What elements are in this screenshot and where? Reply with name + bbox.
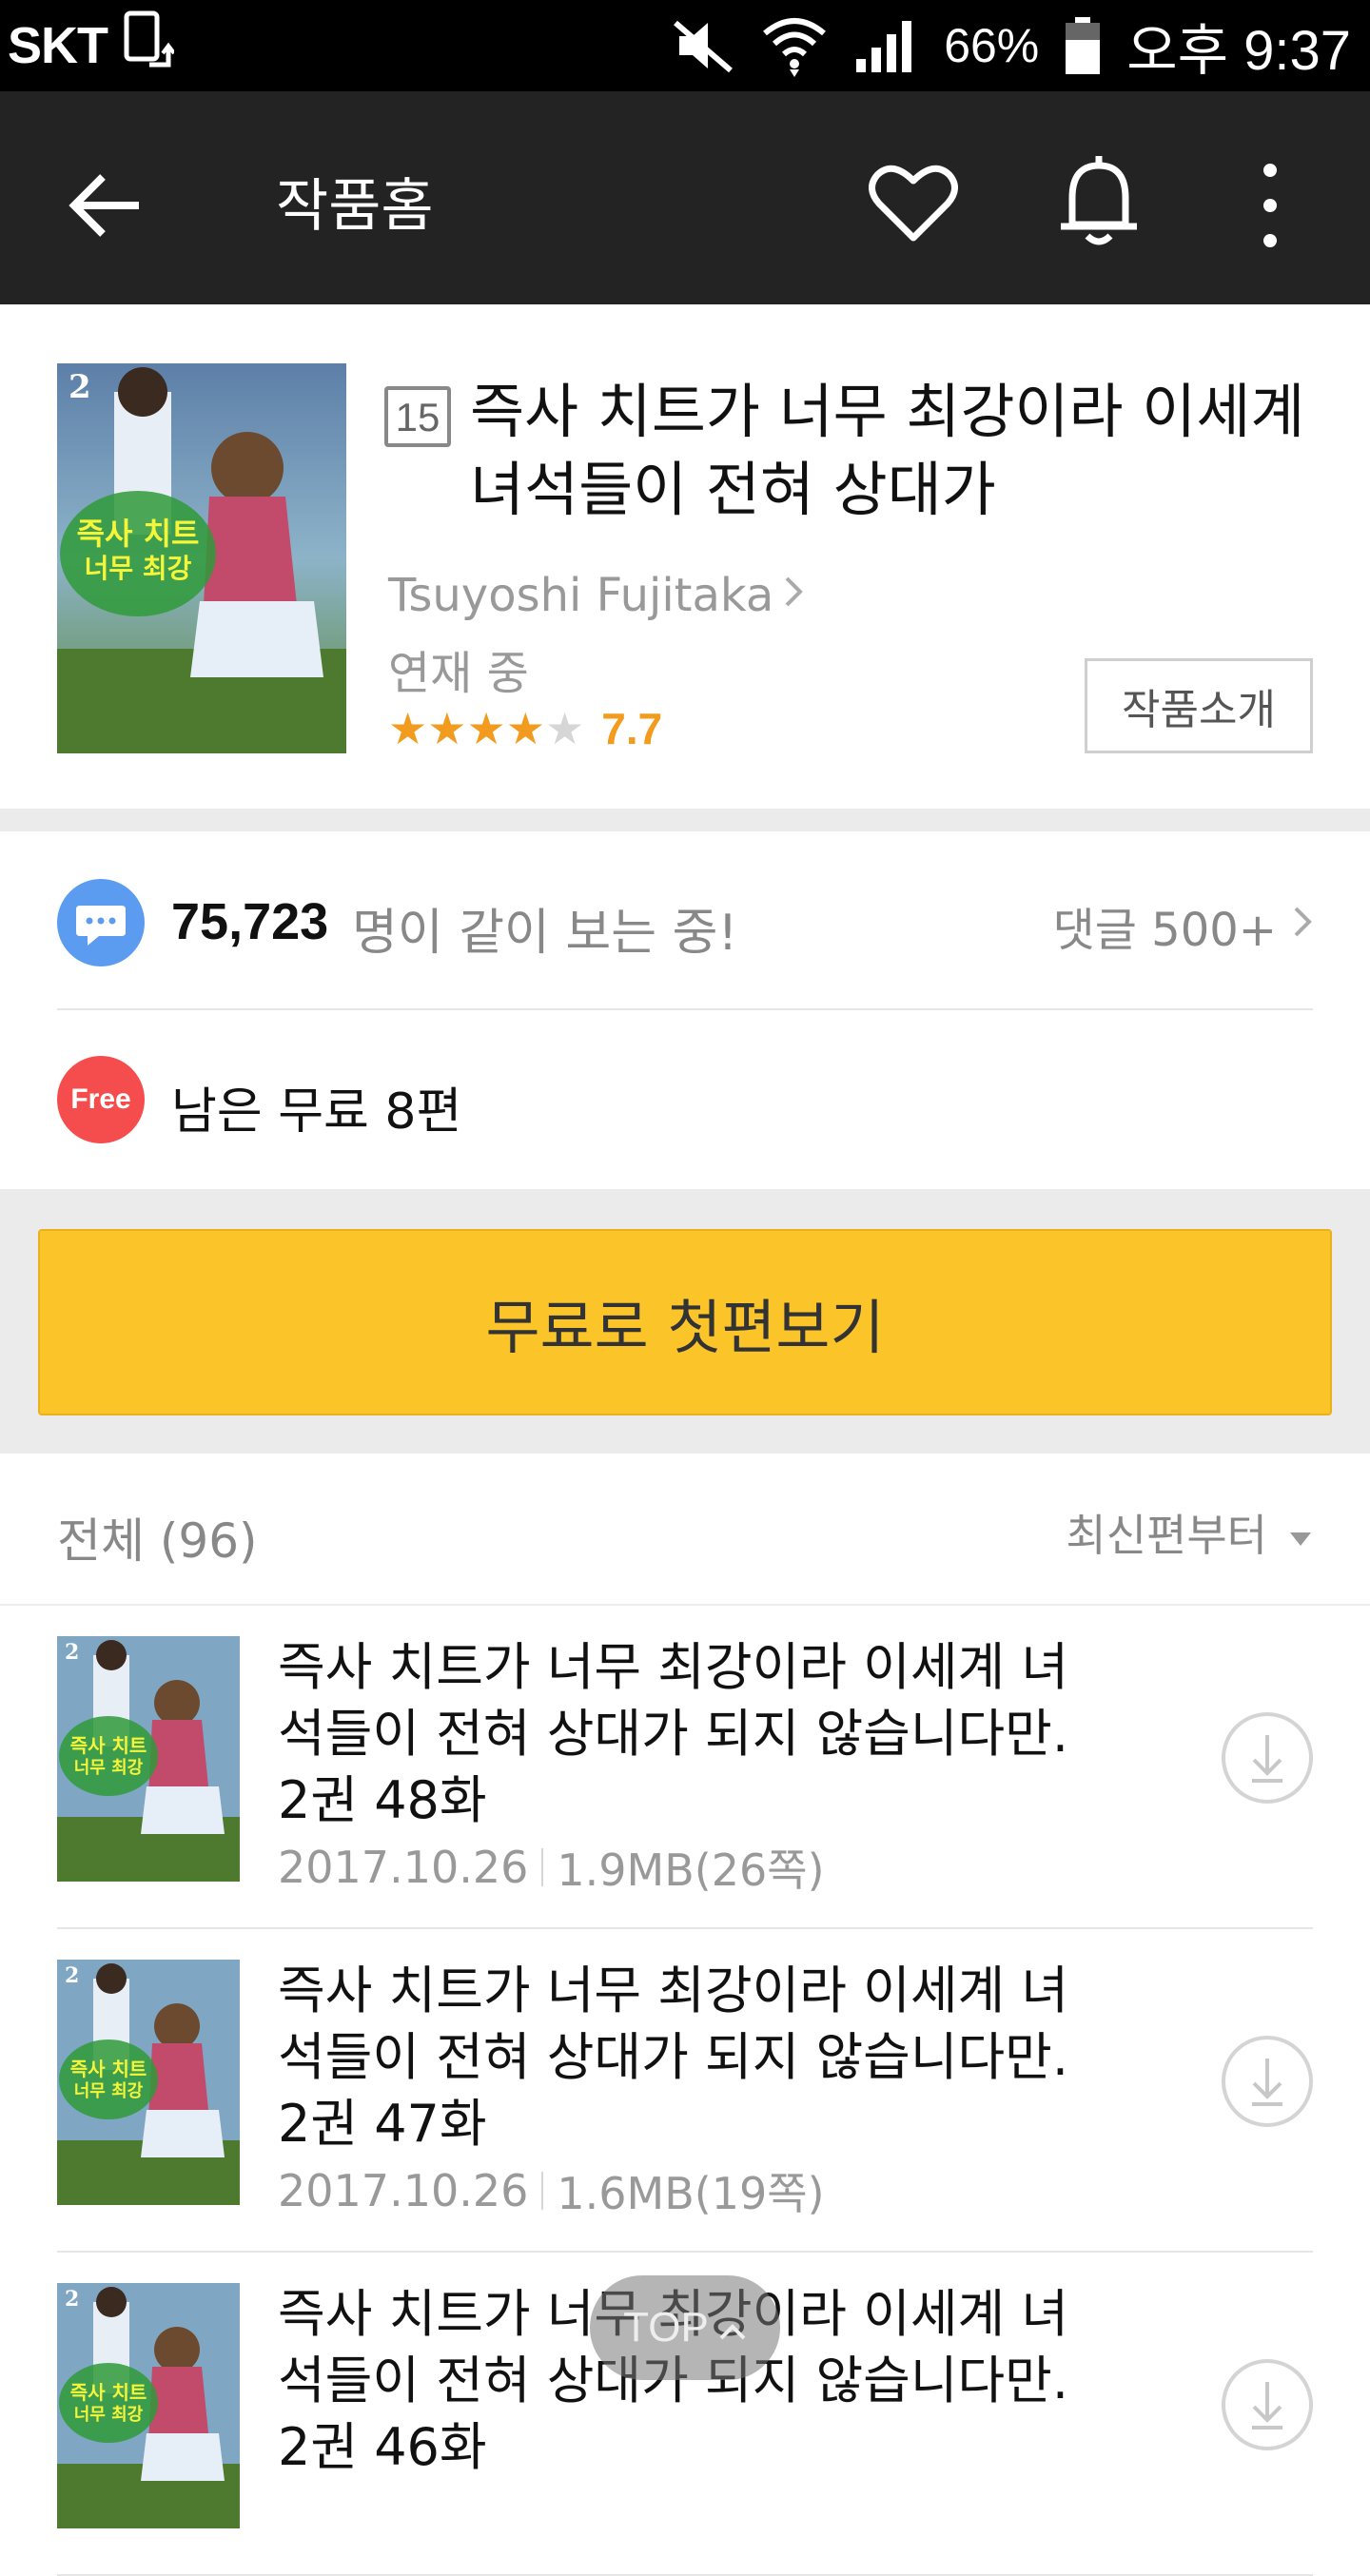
wifi-icon — [761, 14, 828, 77]
svg-text:너무 최강: 너무 최강 — [74, 2405, 144, 2425]
svg-text:즉사 치트: 즉사 치트 — [70, 1734, 147, 1757]
free-episodes-row: Free 남은 무료 8편 — [0, 1008, 1370, 1189]
svg-text:너무 최강: 너무 최강 — [85, 553, 192, 584]
download-icon[interactable] — [1220, 2357, 1315, 2452]
rating-value: 7.7 — [601, 704, 663, 753]
episode-title: 즉사 치트가 너무 최강이라 이세계 녀석들이 전혀 상대가 되지 않습니다만.… — [278, 1637, 1069, 1830]
book-header: 즉사 치트 너무 최강 2 15 즉사 치트가 너무 최강이라 이세계 녀석들이… — [0, 304, 1370, 809]
signal-icon — [852, 17, 919, 74]
svg-text:2: 2 — [65, 2287, 79, 2312]
back-arrow-icon[interactable] — [57, 158, 152, 253]
book-intro-button[interactable]: 작품소개 — [1085, 658, 1313, 753]
episode-thumbnail: 즉사 치트 너무 최강 2 — [57, 2283, 240, 2528]
screen-rotate-icon — [121, 10, 176, 83]
episode-row[interactable]: 즉사 치트 너무 최강 2 즉사 치트가 너무 최강이라 이세계 녀석들이 전혀… — [0, 1606, 1370, 1929]
episode-row[interactable]: 즉사 치트 너무 최강 2 즉사 치트가 너무 최강이라 이세계 녀석들이 전혀… — [0, 1929, 1370, 2253]
more-vertical-icon[interactable] — [1246, 153, 1294, 258]
svg-text:너무 최강: 너무 최강 — [74, 2081, 144, 2101]
svg-text:2: 2 — [68, 368, 91, 406]
battery-icon — [1064, 15, 1102, 76]
author-name: Tsuyoshi Fujitaka — [388, 569, 774, 622]
carrier-label: SKT — [8, 17, 108, 74]
svg-text:2: 2 — [65, 1640, 79, 1665]
episode-size: 1.9MB(26쪽) — [557, 1844, 825, 1896]
star-empty-icon: ★ — [545, 703, 585, 754]
download-icon[interactable] — [1220, 2034, 1315, 2129]
comments-link[interactable]: 댓글 500+ — [1053, 892, 1313, 959]
svg-text:즉사 치트: 즉사 치트 — [77, 516, 200, 552]
episode-thumbnail: 즉사 치트 너무 최강 2 — [57, 1960, 240, 2205]
svg-text:즉사 치트: 즉사 치트 — [70, 2058, 147, 2080]
star-filled-icon: ★ — [466, 703, 506, 754]
cta-area: 무료로 첫편보기 — [0, 1189, 1370, 1454]
mute-icon — [670, 17, 736, 74]
clock: 오후 9:37 — [1126, 20, 1351, 82]
free-remaining-text: 남은 무료 8편 — [171, 1083, 462, 1141]
sort-dropdown[interactable]: 최신편부터 — [1066, 1501, 1313, 1564]
chevron-right-icon — [783, 569, 804, 622]
sort-label: 최신편부터 — [1066, 1510, 1267, 1561]
chevron-up-icon — [718, 2304, 747, 2352]
readers-count: 75,723 — [171, 893, 329, 950]
svg-text:즉사 치트: 즉사 치트 — [70, 2381, 147, 2404]
heart-icon[interactable] — [866, 156, 961, 251]
svg-text:너무 최강: 너무 최강 — [74, 1758, 144, 1778]
book-cover-image[interactable]: 즉사 치트 너무 최강 2 — [57, 363, 346, 753]
top-label: TOP — [623, 2304, 709, 2351]
episode-size: 1.6MB(19쪽) — [557, 2168, 825, 2219]
battery-percent: 66% — [944, 19, 1040, 72]
episode-title: 즉사 치트가 너무 최강이라 이세계 녀석들이 전혀 상대가 되지 않습니다만.… — [278, 1961, 1069, 2154]
episode-thumbnail: 즉사 치트 너무 최강 2 — [57, 1636, 240, 1882]
episode-meta: 2017.10.26 1.9MB(26쪽) — [278, 1836, 825, 1899]
svg-text:2: 2 — [65, 1963, 79, 1988]
star-filled-icon: ★ — [427, 703, 467, 754]
episode-list-header: 전체 (96) 최신편부터 — [0, 1454, 1370, 1606]
rating: ★★★★★ 7.7 — [388, 702, 662, 755]
triangle-down-icon — [1288, 1507, 1313, 1558]
episode-meta: 2017.10.26 1.6MB(19쪽) — [278, 2159, 825, 2222]
meta-separator — [541, 1848, 544, 1886]
chat-bubble-icon — [57, 879, 145, 966]
section-divider — [0, 809, 1370, 831]
scroll-top-button[interactable]: TOP — [590, 2275, 780, 2380]
age-rating-badge: 15 — [384, 386, 451, 447]
star-filled-icon: ★ — [388, 703, 428, 754]
app-bar: 작품홈 — [0, 91, 1370, 304]
rating-stars: ★★★★★ — [388, 702, 584, 755]
page-title: 작품홈 — [276, 173, 434, 240]
comments-count: 댓글 500+ — [1052, 904, 1277, 957]
episode-total-count: 전체 (96) — [57, 1513, 258, 1569]
status-bar: SKT 66% 오후 9:37 — [0, 0, 1370, 91]
read-first-free-button[interactable]: 무료로 첫편보기 — [38, 1229, 1332, 1415]
readers-text: 명이 같이 보는 중! — [352, 905, 738, 962]
episode-date: 2017.10.26 — [278, 2165, 529, 2216]
download-icon[interactable] — [1220, 1710, 1315, 1805]
author-link[interactable]: Tsuyoshi Fujitaka — [388, 569, 804, 622]
meta-separator — [541, 2172, 544, 2210]
bell-icon[interactable] — [1051, 148, 1146, 253]
book-title: 즉사 치트가 너무 최강이라 이세계 녀석들이 전혀 상대가 — [470, 377, 1305, 524]
readers-row: 75,723 명이 같이 보는 중! 댓글 500+ — [0, 831, 1370, 1008]
serial-status: 연재 중 — [388, 647, 529, 700]
episode-date: 2017.10.26 — [278, 1842, 529, 1893]
free-badge-icon: Free — [57, 1056, 145, 1143]
chevron-right-icon — [1292, 899, 1313, 952]
star-filled-icon: ★ — [505, 703, 545, 754]
